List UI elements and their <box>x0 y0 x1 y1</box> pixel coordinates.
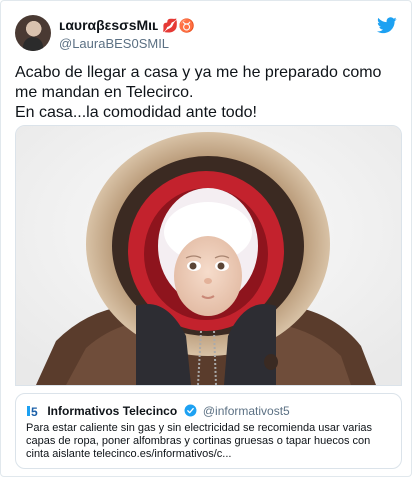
quoted-account-name[interactable]: Informativos Telecinco <box>47 404 177 418</box>
verified-badge-icon <box>184 404 196 417</box>
quoted-tweet-text: Para estar caliente sin gas y sin electr… <box>26 422 373 460</box>
tweet-photo[interactable] <box>15 125 402 386</box>
quoted-tweet-header: 5 Informativos Telecinco @informativost5 <box>26 403 290 421</box>
display-name-emoji: 💋♉ <box>162 18 195 33</box>
user-handle[interactable]: @LauraBES0SMIL <box>59 36 169 51</box>
tweet-header: ʟαυrαβεsσsMιʟ 💋♉ @LauraBES0SMIL <box>15 15 399 55</box>
tweet-card[interactable]: ʟαυrαβεsσsMιʟ 💋♉ @LauraBES0SMIL Acabo de … <box>0 0 412 477</box>
telecinco-logo-icon: 5 <box>27 405 38 418</box>
quoted-account-handle[interactable]: @informativost5 <box>203 404 290 418</box>
baby-in-parka-illustration <box>16 126 401 385</box>
avatar[interactable] <box>15 15 51 51</box>
tweet-text: Acabo de llegar a casa y ya me he prepar… <box>15 64 382 121</box>
display-name[interactable]: ʟαυrαβεsσsMιʟ 💋♉ <box>59 17 195 34</box>
svg-text:5: 5 <box>31 405 38 418</box>
display-name-text[interactable]: ʟαυrαβεsσsMιʟ <box>59 17 158 33</box>
quoted-tweet[interactable]: 5 Informativos Telecinco @informativost5… <box>15 393 402 469</box>
twitter-bird-icon[interactable] <box>377 17 397 34</box>
